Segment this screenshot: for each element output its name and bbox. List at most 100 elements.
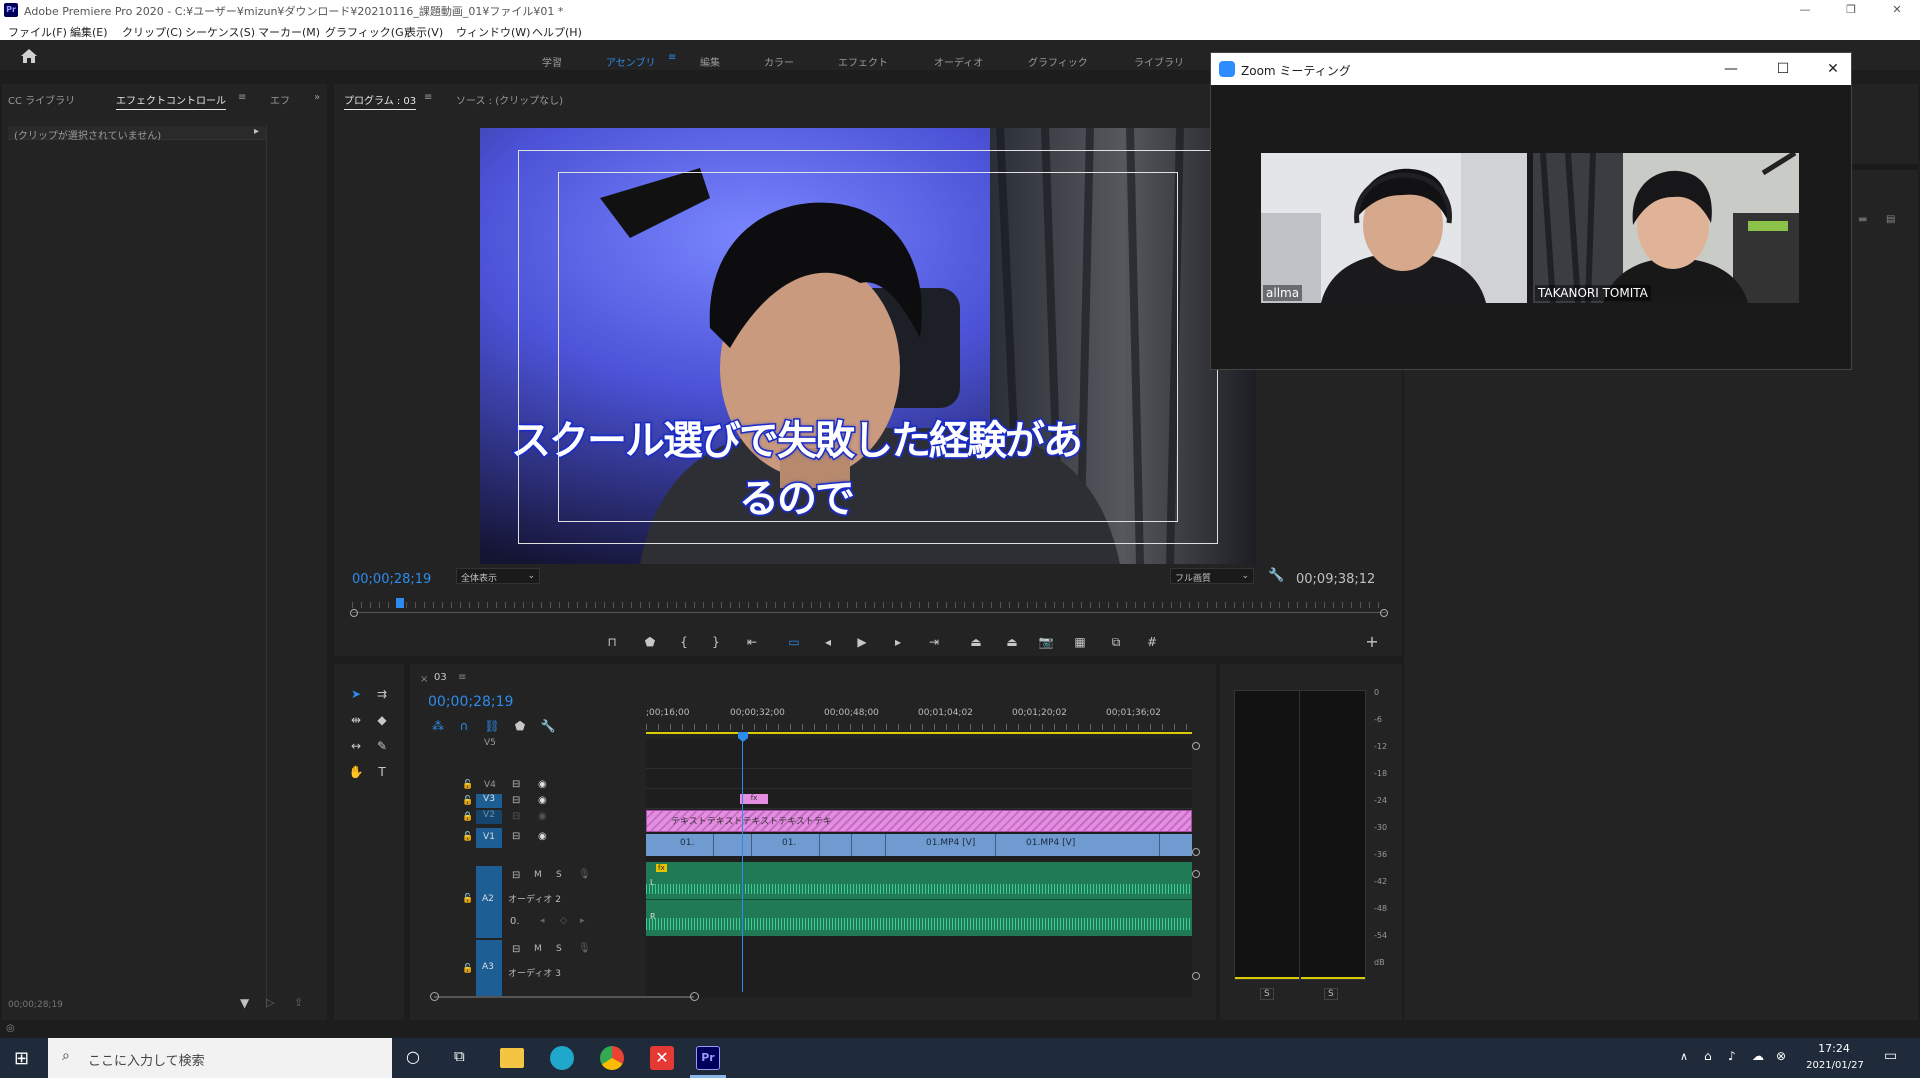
workspace-learn[interactable]: 学習 [542,54,562,69]
play-audio-icon[interactable]: ▷ [266,996,274,1009]
track-a3-target[interactable]: A3 [476,940,502,996]
timeline-current-timecode[interactable]: 00;00;28;19 [428,694,513,710]
step-back-icon[interactable]: ◂ [820,634,836,650]
menu-marker[interactable]: マーカー(M) [258,24,320,40]
timeline-playhead-line[interactable] [742,738,743,992]
workspace-audio[interactable]: オーディオ [934,54,983,69]
add-marker-icon[interactable]: ⬟ [512,718,528,734]
hand-tool-icon[interactable]: ✋ [348,764,364,780]
scroll-end-handle[interactable] [690,992,699,1001]
meter-solo-left[interactable]: S [1260,988,1274,1000]
play-icon[interactable]: ▶ [854,634,870,650]
video-clip[interactable] [714,834,752,856]
timeline-ruler[interactable]: ;00;16;00 00;00;32;00 00;00;48;00 00;01;… [646,700,1192,734]
clock-time[interactable]: 17:24 [1804,1042,1864,1055]
wrench-icon[interactable]: 🔧 [1268,568,1284,583]
menu-view[interactable]: 表示(V) [405,24,443,40]
button-editor-icon[interactable]: + [1364,634,1380,650]
scrub-start-handle[interactable] [350,609,358,617]
menu-clip[interactable]: クリップ(C) [122,24,182,40]
scrub-end-handle[interactable] [1380,609,1388,617]
go-to-out-icon[interactable]: ⇥ [926,634,942,650]
lock-icon[interactable]: 🔓 [462,894,473,904]
snap-icon[interactable]: ∩ [456,718,472,734]
taskbar-search[interactable]: ⌕ ここに入力して検索 [48,1038,392,1078]
vertical-scroll-handle[interactable] [1192,742,1200,750]
v2-text-clip[interactable]: テキストテキストテキストテキストテキ [646,810,1192,832]
razor-tool-icon[interactable]: ◆ [374,712,390,728]
step-forward-icon[interactable]: ▸ [890,634,906,650]
participant-video-2[interactable]: TAKANORI TOMITA [1533,153,1799,303]
maximize-icon[interactable]: ☐ [1773,59,1793,79]
tab-menu-icon[interactable]: ≡ [238,92,246,103]
proxy-toggle-icon[interactable]: ⧉ [1108,634,1124,650]
mark-out-icon[interactable]: } [708,634,724,650]
vertical-scroll-handle[interactable] [1192,870,1200,878]
vertical-scroll-handle[interactable] [1192,972,1200,980]
microphone-icon[interactable]: 🎙 [578,869,591,880]
participant-video-1[interactable]: allma [1261,153,1527,303]
tab-cc-libraries[interactable]: CC ライブラリ [8,92,75,107]
solo-button[interactable]: S [556,870,562,880]
camera-icon[interactable]: 📷 [1038,634,1054,650]
v3-text-clip[interactable]: fx [740,794,768,804]
track-volume[interactable]: 0. [510,916,520,927]
task-view-icon[interactable]: ⧉ [454,1047,465,1065]
scroll-start-handle[interactable] [430,992,439,1001]
marker-icon[interactable]: ⬟ [642,634,658,650]
video-clip[interactable] [820,834,852,856]
keyframe-add-icon[interactable]: ◇ [560,916,567,926]
mute-button[interactable]: M [534,870,542,880]
premiere-taskbar-icon[interactable]: Pr [696,1046,720,1070]
workspace-libraries[interactable]: ライブラリ [1134,54,1184,69]
clock-date[interactable]: 2021/01/27 [1800,1060,1870,1071]
eye-icon[interactable]: ◉ [538,795,547,806]
timeline-playhead-handle[interactable] [738,732,748,742]
video-clip[interactable]: 01. [752,834,820,856]
xmind-icon[interactable]: ✕ [650,1046,674,1070]
menu-help[interactable]: ヘルプ(H) [532,24,582,40]
source-tab[interactable]: ソース : (クリップなし) [456,92,563,107]
track-select-tool-icon[interactable]: ⇉ [374,686,390,702]
extract-icon[interactable]: ⏏ [1004,634,1020,650]
monitor-scrub-bar[interactable] [350,598,1388,617]
tab-effect-controls[interactable]: エフェクトコントロール [116,92,226,110]
pen-tool-icon[interactable]: ✎ [374,738,390,754]
a2-audio-clip[interactable]: fx L R [646,862,1192,936]
track-area[interactable]: fx テキストテキストテキストテキストテキ 01. 01. 01.MP4 [V]… [646,732,1192,998]
scrollbar-thumb[interactable] [434,996,694,998]
notification-icon[interactable]: ▭ [1884,1048,1897,1064]
lift-icon[interactable]: ⏏ [968,634,984,650]
video-clip[interactable]: 01.MP4 [V] [886,834,996,856]
keyframe-prev-icon[interactable]: ◂ [540,916,545,926]
workspace-graphics[interactable]: グラフィック [1028,54,1088,69]
workspace-menu-icon[interactable]: ≡ [668,52,676,63]
tab-effects[interactable]: エフ [270,92,290,107]
vr-icon[interactable]: # [1144,634,1160,650]
playback-quality-select[interactable]: フル画質 ⌄ [1170,568,1254,584]
type-tool-icon[interactable]: T [374,764,390,780]
menu-window[interactable]: ウィンドウ(W) [456,24,530,40]
v1-video-track-clips[interactable]: 01. 01. 01.MP4 [V] 01.MP4 [V] [646,834,1192,856]
menu-file[interactable]: ファイル(F) [8,24,67,40]
lock-icon[interactable]: 🔓 [462,796,473,806]
menu-edit[interactable]: 編集(E) [70,24,108,40]
volume-icon[interactable]: ♪ [1728,1049,1736,1063]
mute-button[interactable]: M [534,944,542,954]
program-video-frame[interactable]: スクール選びで失敗した経験があるので [480,128,1256,564]
microphone-icon[interactable]: 🎙 [578,943,591,954]
nest-icon[interactable]: ⁂ [430,718,446,734]
mark-in-icon[interactable]: { [676,634,692,650]
chrome-icon[interactable] [600,1046,624,1070]
program-menu-icon[interactable]: ≡ [424,92,432,103]
video-clip[interactable]: 01.MP4 [V] [996,834,1160,856]
home-icon[interactable] [18,47,40,65]
windows-start-icon[interactable]: ⊞ [14,1048,29,1069]
sync-lock-icon[interactable]: ⊟ [512,779,520,790]
sync-lock-icon[interactable]: ⊟ [512,831,520,842]
program-current-timecode[interactable]: 00;00;28;19 [352,572,431,587]
meter-solo-right[interactable]: S [1324,988,1338,1000]
minimize-icon[interactable]: — [1790,2,1820,18]
vertical-scroll-handle[interactable] [1192,848,1200,856]
track-v3-label[interactable]: V3 [476,794,502,808]
